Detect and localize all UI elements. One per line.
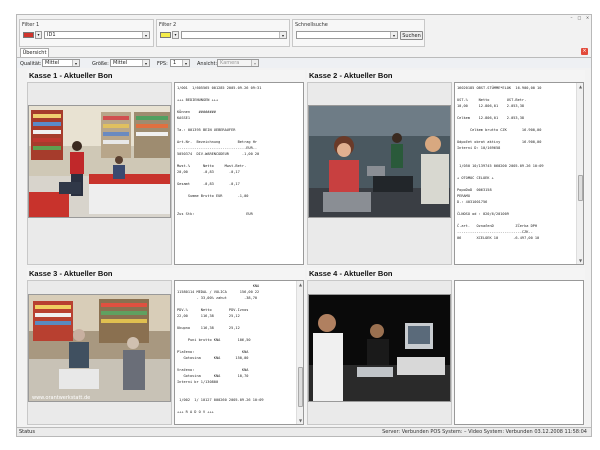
camera-image-supermarket[interactable] <box>308 294 451 402</box>
close-tab-icon[interactable]: × <box>581 48 588 55</box>
camera-image-supermarket[interactable] <box>308 105 451 218</box>
quicksearch-group: Schnellsuche ▾ Suchen <box>292 19 425 47</box>
scroll-up-icon[interactable]: ▲ <box>577 83 584 90</box>
maximize-icon[interactable]: □ <box>576 15 583 20</box>
camera-frame <box>307 82 452 265</box>
chevron-down-icon: ▾ <box>251 60 258 66</box>
status-bar: Status Server: Verbunden POS System: – V… <box>17 427 591 436</box>
chevron-down-icon: ▾ <box>142 60 149 66</box>
camera-frame <box>307 280 452 425</box>
status-info: Server: Verbunden POS System: – Video Sy… <box>382 429 587 435</box>
quicksearch-input[interactable]: ▾ <box>296 31 398 39</box>
scroll-down-icon[interactable]: ▼ <box>297 417 304 424</box>
quality-select[interactable]: Mittel ▾ <box>42 59 80 67</box>
fps-label: FPS: <box>157 61 168 67</box>
filter1-select[interactable]: ID1 ▾ <box>44 31 150 39</box>
scroll-up-icon[interactable]: ▲ <box>297 281 304 288</box>
camera-feed-graphic: www.orantwerkstatt.de <box>29 295 170 401</box>
status-label: Status <box>19 429 35 435</box>
camera-feed-graphic <box>309 106 450 217</box>
receipt-text <box>457 283 575 422</box>
scroll-down-icon[interactable]: ▼ <box>577 257 584 264</box>
filter1-color-swatch[interactable] <box>23 32 34 38</box>
filter2-color-swatch[interactable] <box>160 32 171 38</box>
chevron-down-icon: ▾ <box>279 32 286 38</box>
camera-frame <box>27 82 172 265</box>
view-select: Kamera ▾ <box>217 59 259 67</box>
receipt-box: 1/001 1/605565 001285 2005.09.26 09:31 +… <box>174 82 304 265</box>
size-value: Mittel <box>113 60 128 66</box>
receipt-scrollbar[interactable]: ▲ ▼ <box>296 281 303 424</box>
view-label: Ansicht: <box>197 61 218 67</box>
receipt-box: KNA 11580114 MEDAL / VOLICA 156,00 22 - … <box>174 280 304 425</box>
size-label: Größe: <box>92 61 109 67</box>
filter2-select[interactable]: ▾ <box>181 31 287 39</box>
scrollbar-thumb[interactable] <box>298 367 303 407</box>
scrollbar-thumb[interactable] <box>578 175 583 201</box>
fps-select[interactable]: 1 ▾ <box>170 59 190 67</box>
receipt-box <box>454 280 584 425</box>
filter2-color-dropdown[interactable]: ▾ <box>172 31 179 39</box>
filter2-group: Filter 2 ▾ ▾ <box>156 19 290 47</box>
size-select[interactable]: Mittel ▾ <box>110 59 150 67</box>
close-icon[interactable]: × <box>584 15 591 20</box>
view-toolbar: Qualität: Mittel ▾ Größe: Mittel ▾ FPS: 1 ▾… <box>17 57 591 68</box>
filter1-label: Filter 1 <box>22 22 40 28</box>
receipt-box: 16020185 OBST.STÜMME*ELOK 16.900,00 10 U… <box>454 82 584 265</box>
camera-frame: www.orantwerkstatt.de <box>27 280 172 425</box>
chevron-down-icon: ▾ <box>72 60 79 66</box>
panel-kasse-1: Kasse 1 - Aktueller Bon 1/001 1/605565 0… <box>27 70 305 266</box>
tab-overview[interactable]: Übersicht <box>20 48 49 57</box>
camera-feed-graphic <box>29 106 170 217</box>
quality-label: Qualität: <box>20 61 42 67</box>
camera-image-supermarket[interactable]: www.orantwerkstatt.de <box>28 294 171 402</box>
fps-value: 1 <box>173 60 177 66</box>
chevron-down-icon: ▾ <box>182 60 189 66</box>
receipt-text: KNA 11580114 MEDAL / VOLICA 156,00 22 - … <box>177 284 264 414</box>
view-value: Kamera <box>220 60 240 66</box>
filter1-value: ID1 <box>47 32 56 38</box>
minimize-icon[interactable]: – <box>568 15 575 20</box>
quicksearch-label: Schnellsuche <box>295 22 328 28</box>
filter1-group: Filter 1 ▾ ID1 ▾ <box>19 19 154 47</box>
filter2-label: Filter 2 <box>159 22 177 28</box>
panel-kasse-4: Kasse 4 - Aktueller Bon <box>307 268 585 426</box>
camera-image-supermarket[interactable] <box>28 105 171 218</box>
panel-kasse-3: Kasse 3 - Aktueller Bon www.orantwerksta… <box>27 268 305 426</box>
camera-feed-graphic <box>309 295 450 401</box>
receipt-text: 16020185 OBST.STÜMME*ELOK 16.900,00 10 U… <box>457 86 544 240</box>
receipt-text: 1/001 1/605565 001285 2005.09.26 09:31 +… <box>177 86 262 216</box>
application-window: – □ × Filter 1 ▾ ID1 ▾ Filter 2 ▾ ▾ Schn… <box>16 14 592 437</box>
panel-title: Kasse 3 - Aktueller Bon <box>29 269 113 278</box>
panel-title: Kasse 4 - Aktueller Bon <box>309 269 393 278</box>
filter1-color-dropdown[interactable]: ▾ <box>35 31 42 39</box>
quality-value: Mittel <box>45 60 60 66</box>
panel-title: Kasse 2 - Aktueller Bon <box>309 71 393 80</box>
svg-text:www.orantwerkstatt.de: www.orantwerkstatt.de <box>32 395 90 401</box>
chevron-down-icon: ▾ <box>390 32 397 38</box>
chevron-down-icon: ▾ <box>142 32 149 38</box>
receipt-scrollbar[interactable]: ▲ ▼ <box>576 83 583 264</box>
search-button[interactable]: Suchen <box>400 31 423 40</box>
panel-kasse-2: Kasse 2 - Aktueller Bon 16020185 OBST.ST… <box>307 70 585 266</box>
panel-title: Kasse 1 - Aktueller Bon <box>29 71 113 80</box>
